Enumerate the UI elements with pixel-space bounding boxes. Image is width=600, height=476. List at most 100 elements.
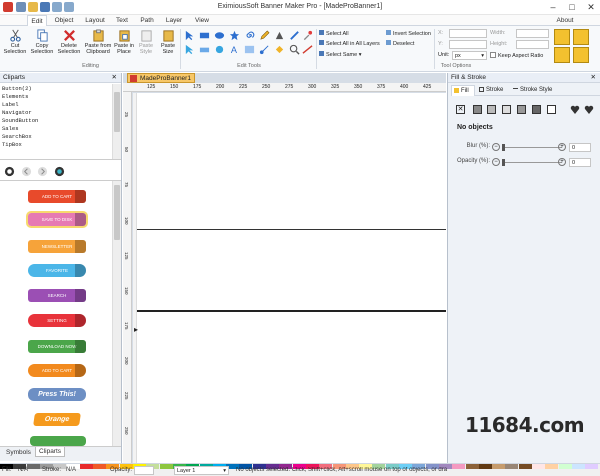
list-item[interactable]: Label: [2, 101, 112, 109]
palette-swatch[interactable]: [492, 464, 506, 469]
blur-decrease-button[interactable]: −: [492, 143, 500, 151]
fill-rule-evenodd-icon[interactable]: [570, 105, 580, 115]
tweak-tool-icon[interactable]: [214, 44, 225, 55]
close-button[interactable]: ✕: [582, 0, 600, 14]
star-tool-icon[interactable]: [229, 30, 240, 41]
blur-value-field[interactable]: 0: [569, 143, 591, 152]
clipart-add-to-cart[interactable]: ADD TO CART: [28, 190, 86, 203]
tab-layout[interactable]: Layout: [84, 15, 106, 26]
measure-tool-icon[interactable]: [302, 44, 313, 55]
about-link[interactable]: About: [553, 15, 577, 26]
tab-cliparts[interactable]: Cliparts: [35, 447, 66, 457]
ellipse-tool-icon[interactable]: [214, 30, 225, 41]
unset-paint-icon[interactable]: [547, 105, 556, 114]
deselect-option[interactable]: Deselect: [386, 40, 414, 48]
paste-in-place-button[interactable]: Paste in Place: [113, 29, 135, 65]
opacity-decrease-button[interactable]: −: [492, 158, 500, 166]
list-item[interactable]: Elements: [2, 93, 112, 101]
spiral-tool-icon[interactable]: [244, 30, 255, 41]
bucket-fill-icon[interactable]: [274, 44, 285, 55]
list-item[interactable]: Navigator: [2, 109, 112, 117]
pencil-tool-icon[interactable]: [259, 30, 270, 41]
calligraphy-tool-icon[interactable]: [289, 30, 300, 41]
tab-text[interactable]: Text: [114, 15, 130, 26]
node-tool-icon[interactable]: [184, 44, 195, 55]
opacity-increase-button[interactable]: +: [558, 158, 566, 166]
palette-swatch[interactable]: [505, 464, 519, 469]
refresh-icon[interactable]: [54, 166, 65, 177]
palette-swatch[interactable]: [478, 464, 492, 469]
minimize-button[interactable]: –: [544, 0, 562, 14]
tab-view[interactable]: View: [193, 15, 211, 26]
pattern-icon[interactable]: [517, 105, 526, 114]
blur-increase-button[interactable]: +: [558, 143, 566, 151]
align-bottom-left-icon[interactable]: [554, 47, 570, 63]
align-top-left-icon[interactable]: [554, 29, 570, 45]
clipart-add-to-cart-orange[interactable]: ADD TO CART: [28, 364, 86, 377]
clipart-orange[interactable]: Orange: [33, 413, 81, 426]
list-item[interactable]: Sales: [2, 125, 112, 133]
blur-slider-handle[interactable]: [502, 144, 505, 151]
maximize-button[interactable]: □: [563, 0, 581, 14]
linear-gradient-icon[interactable]: [487, 105, 496, 114]
palette-swatch[interactable]: [545, 464, 559, 469]
scrollbar-thumb[interactable]: [114, 92, 120, 132]
x-field[interactable]: [449, 29, 487, 38]
unit-select[interactable]: px ▾: [452, 51, 487, 60]
align-top-right-icon[interactable]: [573, 29, 589, 45]
clipart-search[interactable]: SEARCH: [28, 289, 86, 302]
clipart-green-partial[interactable]: [30, 436, 86, 446]
copy-selection-button[interactable]: Copy Selection: [29, 29, 55, 65]
tab-stroke[interactable]: Stroke: [477, 85, 509, 96]
width-field[interactable]: [516, 29, 549, 38]
connector-tool-icon[interactable]: [259, 44, 270, 55]
invert-selection-option[interactable]: Invert Selection: [386, 30, 431, 38]
palette-swatch[interactable]: [585, 464, 599, 469]
list-item[interactable]: SoundButton: [2, 117, 112, 125]
clipart-download-now[interactable]: DOWNLOAD NOW: [28, 340, 86, 353]
clipart-setting[interactable]: SETTING: [28, 314, 86, 327]
swatch-icon[interactable]: [532, 105, 541, 114]
document-canvas[interactable]: [133, 93, 446, 463]
palette-swatch[interactable]: [558, 464, 572, 469]
paste-size-button[interactable]: Paste Size: [157, 29, 179, 65]
tab-layer[interactable]: Layer: [164, 15, 184, 26]
palette-swatch[interactable]: [93, 464, 107, 469]
tab-fill[interactable]: Fill: [451, 85, 475, 96]
opacity-value-field[interactable]: 0: [569, 158, 591, 167]
clipart-scrollbar[interactable]: [112, 181, 121, 446]
pen-tool-icon[interactable]: [274, 30, 285, 41]
flat-color-icon[interactable]: [473, 105, 482, 114]
clipart-category-list[interactable]: Button(2) Elements Label Navigator Sound…: [2, 85, 112, 157]
no-paint-icon[interactable]: ✕: [456, 105, 465, 114]
palette-swatch[interactable]: [79, 464, 93, 469]
color-picker-icon[interactable]: [302, 30, 313, 41]
align-bottom-right-icon[interactable]: [573, 47, 589, 63]
blur-slider[interactable]: [502, 147, 562, 148]
document-tab[interactable]: MadeProBanner1: [127, 73, 195, 83]
keep-ratio-option[interactable]: Keep Aspect Ratio: [490, 52, 543, 60]
palette-swatch[interactable]: [159, 464, 173, 469]
select-all-layers-option[interactable]: Select All in All Layers: [319, 40, 380, 48]
clipart-press-this[interactable]: Press This!: [28, 388, 86, 401]
arrow-right-icon[interactable]: [37, 166, 48, 177]
tab-stroke-style[interactable]: Stroke Style: [511, 85, 561, 96]
tab-object[interactable]: Object: [52, 15, 76, 26]
palette-swatch[interactable]: [26, 464, 40, 469]
clipart-newsletter[interactable]: NEWSLETTER: [28, 240, 86, 253]
list-item[interactable]: TipBox: [2, 141, 112, 149]
opacity-slider[interactable]: [502, 162, 562, 163]
height-field[interactable]: [516, 40, 549, 49]
select-all-option[interactable]: Select All: [319, 30, 349, 38]
palette-swatch[interactable]: [532, 464, 545, 469]
opacity-status-field[interactable]: [134, 466, 154, 475]
palette-swatch[interactable]: [571, 464, 585, 469]
list-item[interactable]: Button(2): [2, 85, 112, 93]
clipart-save-to-disk[interactable]: SAVE TO DISK: [26, 211, 88, 228]
arrow-left-icon[interactable]: [21, 166, 32, 177]
text-tool-icon[interactable]: A: [229, 44, 240, 55]
clipart-favorite[interactable]: FAVORITE: [28, 264, 86, 277]
fill-rule-nonzero-icon[interactable]: [584, 105, 594, 115]
category-scrollbar[interactable]: [112, 84, 121, 159]
close-icon[interactable]: ✕: [112, 73, 117, 83]
